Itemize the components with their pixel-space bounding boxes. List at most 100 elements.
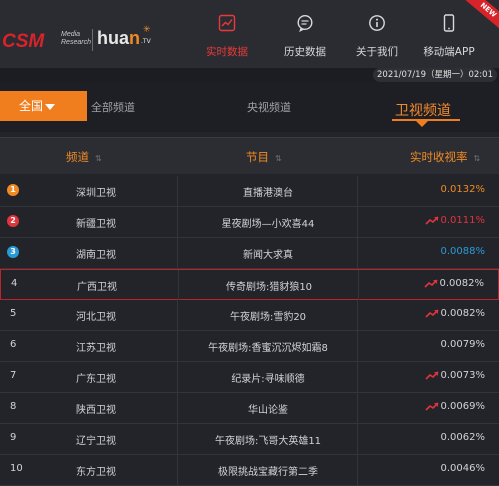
program-name: 星夜剧场—小欢喜44 — [221, 219, 315, 230]
column-divider — [177, 455, 178, 485]
rating-value: 0.0088% — [441, 246, 486, 257]
rating-value: 0.0073% — [424, 370, 486, 381]
phone-icon — [443, 14, 455, 32]
column-divider — [358, 270, 359, 300]
program-name: 纪录片:寻味顺德 — [231, 374, 305, 385]
nav-label: 关于我们 — [356, 46, 398, 58]
region-dropdown[interactable]: 全国 — [0, 91, 87, 121]
nav-about-us[interactable]: 关于我们 — [337, 14, 417, 59]
column-divider — [177, 207, 178, 237]
rating-text: 0.0111% — [440, 215, 486, 226]
table-row[interactable]: 8 陕西卫视 华山论鉴 0.0069% — [0, 393, 499, 424]
csm-logo-subtitle: Media Research — [61, 31, 91, 46]
channel-name: 湖南卫视 — [76, 250, 116, 261]
sort-icon: ⇅ — [275, 154, 282, 163]
table-row[interactable]: 2 新疆卫视 星夜剧场—小欢喜44 0.0111% — [0, 207, 499, 238]
column-divider — [178, 270, 179, 300]
rating-text: 0.0082% — [440, 308, 486, 319]
column-divider — [357, 331, 358, 361]
table-row[interactable]: 9 辽宁卫视 午夜剧场:飞哥大英雄11 0.0062% — [0, 424, 499, 455]
nav-mobile-app[interactable]: 移动端APP — [409, 14, 489, 59]
trend-up-icon — [424, 401, 439, 411]
column-divider — [177, 362, 178, 392]
channel-name: 江苏卫视 — [76, 343, 116, 354]
column-divider — [177, 424, 178, 454]
column-divider — [177, 238, 178, 268]
rank-number: 4 — [11, 278, 18, 289]
nav-history-data[interactable]: 历史数据 — [265, 14, 345, 59]
program-name: 极限挑战宝藏行第二季 — [218, 467, 318, 478]
nav-label: 实时数据 — [206, 46, 248, 58]
rank-number: 10 — [10, 463, 23, 474]
rating-text: 0.0062% — [440, 432, 486, 443]
rank-number: 9 — [10, 432, 17, 443]
rating-value: 0.0069% — [424, 401, 486, 412]
trend-up-icon — [424, 308, 439, 318]
csm-logo[interactable]: CSM — [2, 31, 44, 53]
table-header: 频道 ⇅ 节目 ⇅ 实时收视率 ⇅ — [0, 137, 499, 174]
program-name: 午夜剧场:香蜜沉沉烬如霜8 — [208, 343, 328, 354]
header-channel[interactable]: 频道 ⇅ — [66, 149, 102, 165]
header-rating[interactable]: 实时收视率 ⇅ — [410, 149, 480, 165]
column-divider — [357, 455, 358, 485]
nav-realtime-data[interactable]: 实时数据 — [187, 14, 267, 59]
trend-up-icon — [424, 370, 439, 380]
rating-value: 0.0062% — [441, 432, 486, 443]
rating-text: 0.0046% — [440, 463, 486, 474]
channel-name: 辽宁卫视 — [76, 436, 116, 447]
channel-name: 广西卫视 — [77, 282, 117, 293]
column-divider — [357, 393, 358, 423]
rating-value: 0.0046% — [441, 463, 486, 474]
column-divider — [177, 300, 178, 330]
tab-all-channels[interactable]: 全部频道 — [91, 99, 135, 115]
column-divider — [357, 176, 358, 206]
table-row[interactable]: 1 深圳卫视 直播港澳台 0.0132% — [0, 176, 499, 207]
program-name: 午夜剧场:雪豹20 — [229, 312, 307, 323]
caret-down-icon — [45, 103, 56, 110]
app-header: CSM Media Research huan ✳ .TV 实时数据 历史数据 关… — [0, 0, 499, 68]
rating-text: 0.0073% — [440, 370, 486, 381]
channel-name: 河北卫视 — [76, 312, 116, 323]
rank-number: 2 — [7, 215, 19, 227]
header-program[interactable]: 节目 ⇅ — [246, 149, 282, 165]
trend-up-icon — [424, 215, 439, 225]
column-divider — [177, 331, 178, 361]
nav-label: 历史数据 — [284, 46, 326, 58]
column-divider — [357, 362, 358, 392]
table-row[interactable]: 7 广东卫视 纪录片:寻味顺德 0.0073% — [0, 362, 499, 393]
column-divider — [357, 424, 358, 454]
sort-icon: ⇅ — [95, 154, 102, 163]
tab-pointer-icon — [416, 121, 428, 127]
rating-text: 0.0088% — [440, 246, 486, 257]
channel-name: 深圳卫视 — [76, 188, 116, 199]
column-divider — [357, 300, 358, 330]
table-row[interactable]: 10 东方卫视 极限挑战宝藏行第二季 0.0046% — [0, 455, 499, 486]
table-row[interactable]: 6 江苏卫视 午夜剧场:香蜜沉沉烬如霜8 0.0079% — [0, 331, 499, 362]
current-date: 2021/07/19（星期一）02:01 — [373, 68, 497, 82]
channel-name: 广东卫视 — [76, 374, 116, 385]
program-name: 华山论鉴 — [248, 405, 288, 416]
rating-text: 0.0069% — [440, 401, 486, 412]
channel-name: 新疆卫视 — [76, 219, 116, 230]
program-name: 传奇剧场:猎豺狼10 — [225, 282, 313, 293]
region-dropdown-label: 全国 — [19, 99, 44, 113]
program-name: 直播港澳台 — [243, 188, 293, 199]
huan-logo[interactable]: huan — [97, 28, 140, 49]
tab-satellite-channels[interactable]: 卫视频道 — [395, 100, 451, 120]
table-row[interactable]: 5 河北卫视 午夜剧场:雪豹20 0.0082% — [0, 300, 499, 331]
tab-cctv-channels[interactable]: 央视频道 — [247, 99, 291, 115]
table-row[interactable]: 3 湖南卫视 新闻大求真 0.0088% — [0, 238, 499, 269]
channel-name: 东方卫视 — [76, 467, 116, 478]
column-divider — [177, 393, 178, 423]
info-icon — [369, 15, 385, 31]
trend-up-icon — [423, 278, 438, 288]
program-name: 午夜剧场:飞哥大英雄11 — [214, 436, 322, 447]
rating-value: 0.0082% — [423, 278, 484, 289]
huan-logo-tv: .TV — [141, 38, 151, 45]
huan-logo-star-icon: ✳ — [143, 25, 151, 35]
chart-icon — [218, 14, 236, 32]
rating-value: 0.0082% — [424, 308, 486, 319]
rating-value: 0.0079% — [441, 339, 486, 350]
table-row[interactable]: 4 广西卫视 传奇剧场:猎豺狼10 0.0082% — [0, 269, 499, 300]
rank-number: 1 — [7, 184, 19, 196]
